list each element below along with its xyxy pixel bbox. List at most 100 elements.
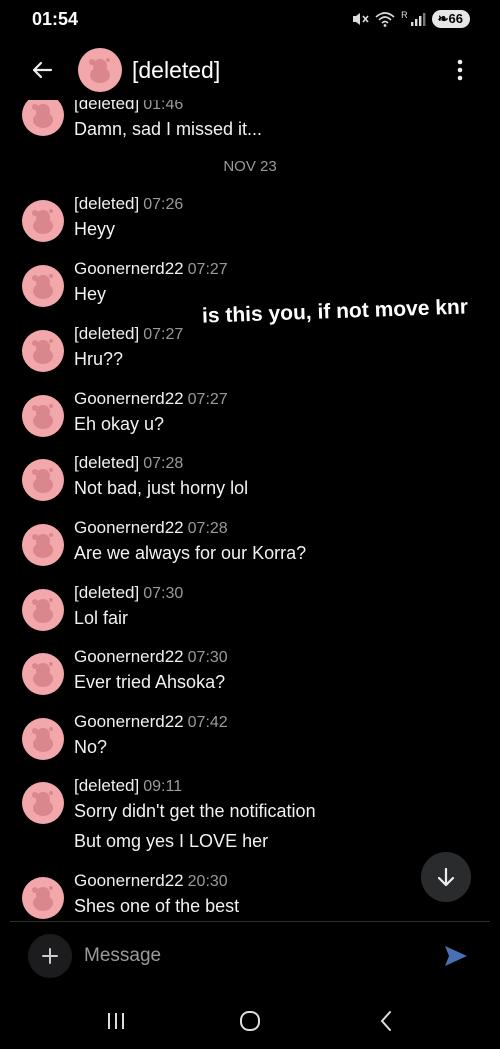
message-author[interactable]: Goonernerd22: [74, 518, 184, 537]
message-meta: Goonernerd22 07:28: [74, 518, 306, 538]
message-text: Eh okay u?: [74, 414, 165, 434]
avatar[interactable]: [22, 877, 64, 919]
avatar[interactable]: [22, 589, 64, 631]
message-meta: [deleted] 07:28: [74, 453, 248, 473]
message-text: Not bad, just horny lol: [74, 478, 249, 498]
message-time: 20:30: [187, 873, 228, 890]
message-author[interactable]: [deleted]: [74, 324, 139, 343]
scroll-to-bottom-button[interactable]: [421, 852, 471, 902]
message-author[interactable]: Goonernerd22: [74, 647, 184, 666]
recents-icon: [108, 1013, 124, 1029]
message-text: Sorry didn't get the notification: [74, 801, 316, 821]
message-text: Damn, sad I missed it...: [74, 119, 263, 139]
avatar[interactable]: [22, 459, 64, 501]
message-text-line-2: But omg yes I LOVE her: [74, 831, 269, 851]
message-meta: Goonernerd22 07:42: [74, 712, 228, 732]
overlay-caption: is this you, if not move knr: [201, 295, 469, 328]
message-meta: Goonernerd22 07:30: [74, 647, 228, 667]
message-author[interactable]: Goonernerd22: [74, 712, 184, 731]
message-meta: [deleted] 07:26: [74, 194, 183, 214]
system-nav-bar: [0, 995, 500, 1049]
message-body: Goonernerd22 07:28 Are we always for our K…: [74, 518, 306, 564]
message-author[interactable]: Goonernerd22: [74, 259, 184, 278]
avatar[interactable]: [22, 718, 64, 760]
avatar[interactable]: [22, 330, 64, 372]
home-icon: [240, 1011, 260, 1031]
avatar[interactable]: [22, 265, 64, 307]
message-input[interactable]: [84, 938, 414, 974]
overflow-menu-button[interactable]: [440, 48, 480, 92]
message-author[interactable]: [deleted]: [74, 194, 139, 213]
avatar[interactable]: [22, 653, 64, 695]
message-time: 07:28: [143, 455, 184, 472]
arrow-left-icon: [32, 61, 53, 79]
message-meta: [deleted] 07:27: [74, 324, 183, 344]
wifi-icon: [375, 12, 395, 27]
status-bar: 01:54 R ❧66: [0, 0, 500, 38]
mute-icon: [353, 13, 369, 25]
message-time: 07:42: [187, 714, 228, 731]
message-author[interactable]: [deleted]: [74, 776, 139, 795]
network-type-label: R: [401, 10, 408, 20]
message-author: [deleted]: [74, 100, 140, 113]
battery-indicator: ❧66: [431, 10, 470, 28]
date-separator: NOV 23: [223, 158, 277, 175]
message-body: Goonernerd22 07:27 Eh okay u?: [74, 389, 228, 435]
message-time: 01:46: [143, 100, 184, 113]
message-text: Lol fair: [74, 608, 129, 628]
header-avatar[interactable]: [78, 48, 122, 92]
status-icons: R ❧66: [351, 10, 470, 28]
kebab-menu-icon: [457, 59, 463, 81]
message-time: 07:26: [143, 196, 184, 213]
message-time: 07:27: [187, 391, 228, 408]
send-icon: [445, 946, 467, 966]
message-body: Goonernerd22 07:27 Hey: [74, 259, 228, 305]
message-body: [deleted] 07:28 Not bad, just horny lol: [74, 453, 248, 499]
chevron-left-icon: [380, 1011, 391, 1031]
arrow-down-icon: [437, 867, 455, 887]
attach-button[interactable]: [28, 934, 72, 978]
recents-button[interactable]: [96, 1003, 136, 1039]
message-body: [deleted] 07:26 Heyy: [74, 194, 183, 240]
message-body: [deleted] 07:30 Lol fair: [74, 583, 183, 629]
send-button[interactable]: [440, 940, 472, 972]
battery-level: 66: [448, 11, 463, 26]
avatar[interactable]: [22, 782, 64, 824]
message-text: Are we always for our Korra?: [74, 543, 307, 563]
message-author[interactable]: Goonernerd22: [74, 389, 184, 408]
message-text: No?: [74, 737, 108, 757]
message-body: Goonernerd22 20:30 Shes one of the best: [74, 871, 239, 917]
back-button[interactable]: [20, 48, 64, 92]
chat-header: [deleted]: [0, 42, 500, 98]
signal-icon: [410, 13, 426, 26]
back-nav-button[interactable]: [366, 1003, 406, 1039]
message-author[interactable]: [deleted]: [74, 583, 139, 602]
avatar[interactable]: [22, 524, 64, 566]
message-text: Shes one of the best: [74, 896, 240, 916]
message-body: [deleted] 01:46 Damn, sad I missed it...: [74, 100, 262, 140]
message-meta: [deleted] 07:30: [74, 583, 183, 603]
message-meta: Goonernerd22 07:27: [74, 259, 228, 279]
message-meta: [deleted] 01:46: [74, 100, 262, 114]
message-time: 07:30: [187, 649, 228, 666]
message-author[interactable]: Goonernerd22: [74, 871, 184, 890]
plus-icon: [42, 948, 58, 964]
message-time: 07:27: [187, 261, 228, 278]
message-author[interactable]: [deleted]: [74, 453, 139, 472]
avatar[interactable]: [22, 200, 64, 242]
chat-title: [deleted]: [132, 56, 221, 83]
home-button[interactable]: [230, 1003, 270, 1039]
message-time: 09:11: [143, 778, 183, 795]
message-meta: Goonernerd22 20:30: [74, 871, 239, 891]
avatar[interactable]: [22, 395, 64, 437]
message-text: Heyy: [74, 219, 116, 239]
battery-leaf-icon: ❧: [437, 11, 449, 26]
message-list[interactable]: [deleted] 01:46 Damn, sad I missed it... …: [0, 100, 500, 920]
message-body: Goonernerd22 07:30 Ever tried Ahsoka?: [74, 647, 228, 693]
message-body: [deleted] 09:11 Sorry didn't get the notif…: [74, 776, 316, 852]
message-meta: Goonernerd22 07:27: [74, 389, 228, 409]
message-time: 07:30: [143, 585, 184, 602]
composer-divider: [10, 921, 490, 922]
avatar[interactable]: [22, 100, 64, 136]
message-time: 07:28: [187, 520, 228, 537]
